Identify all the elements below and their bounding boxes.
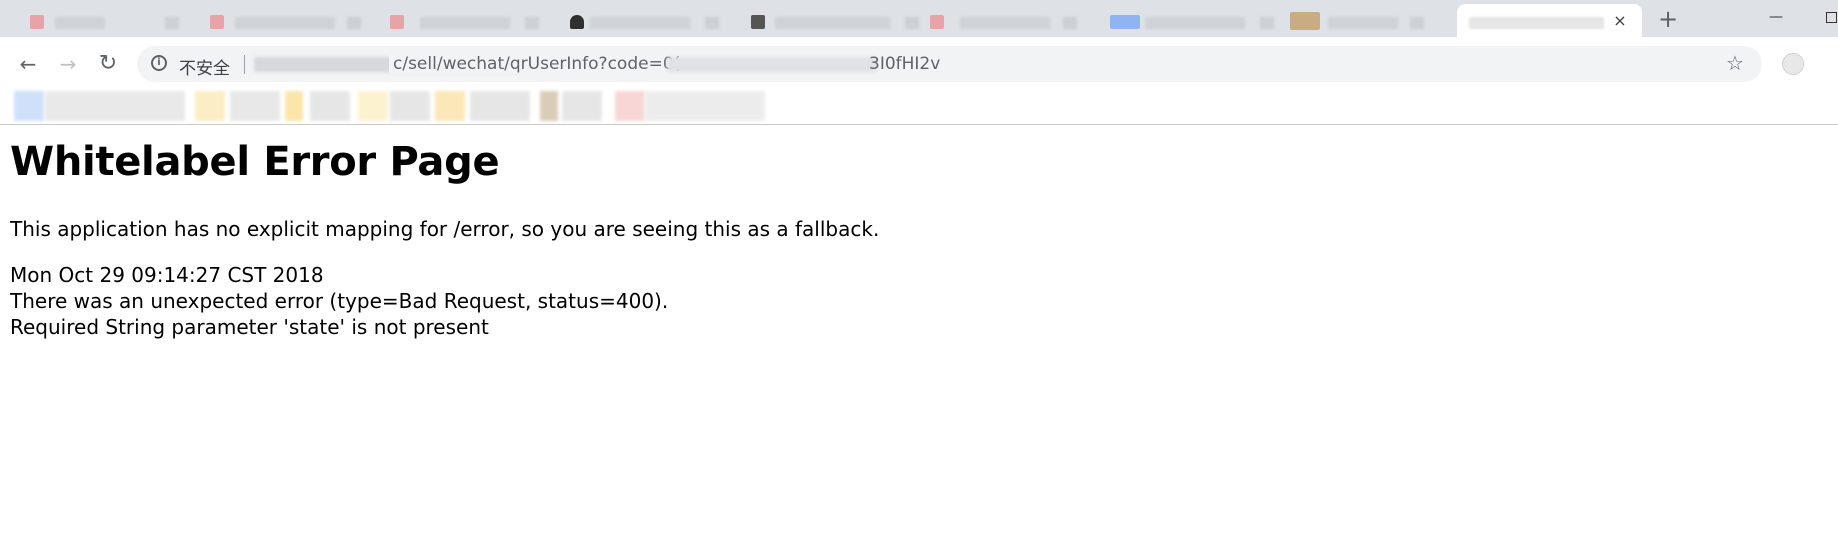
tab-title-redacted [420,17,510,29]
browser-tab[interactable] [1100,4,1285,37]
error-type-status: There was an unexpected error (type=Bad … [10,289,669,313]
minimize-window-button[interactable]: — [1763,4,1789,30]
tab-title-redacted [1063,17,1077,29]
tab-title-redacted [705,17,719,29]
fallback-description: This application has no explicit mapping… [10,217,880,241]
tab-favicon-icon [390,15,404,29]
browser-tab[interactable] [1280,4,1455,37]
bookmark-item-redacted[interactable] [470,91,530,121]
forward-button[interactable]: → [54,50,82,78]
tab-title-redacted [235,17,335,29]
address-bar[interactable]: i 不安全 c/sell/wechat/qrUserInfo?code=0( 3… [137,46,1762,82]
browser-tab[interactable] [0,4,185,37]
tab-title-redacted [1410,17,1424,29]
url-redacted-end [667,57,877,72]
bookmark-item-redacted[interactable] [195,91,225,121]
bookmark-item-redacted[interactable] [435,91,465,121]
tab-close-icon[interactable]: × [1609,10,1631,32]
new-tab-button[interactable]: + [1655,6,1681,32]
browser-tab[interactable] [915,4,1100,37]
reload-button[interactable]: ↻ [94,50,122,78]
browser-tab[interactable] [195,4,385,37]
bookmark-item-redacted[interactable] [285,91,303,121]
error-detail: Required String parameter 'state' is not… [10,315,489,339]
tab-title-redacted [165,17,179,29]
tab-strip: × + — [0,0,1838,37]
tab-title-redacted [55,17,105,29]
bookmark-item-redacted[interactable] [14,91,44,121]
tab-favicon-icon [751,15,765,29]
tab-favicon-icon [210,15,224,29]
bookmark-item-redacted[interactable] [310,91,350,121]
bookmark-item-redacted[interactable] [390,91,430,121]
tab-favicon-icon [930,15,944,29]
browser-tab[interactable] [560,4,735,37]
bookmarks-bar [0,91,1838,125]
tab-title-redacted [590,17,690,29]
bookmark-item-redacted[interactable] [645,91,765,121]
back-button[interactable]: ← [14,50,42,78]
security-status-label[interactable]: 不安全 [179,54,230,79]
error-timestamp: Mon Oct 29 09:14:27 CST 2018 [10,263,324,287]
tab-title-redacted [1469,17,1604,29]
url-redacted-start [254,57,394,72]
tab-favicon-icon [1290,12,1320,30]
tab-title-redacted [1145,17,1245,29]
tab-title-redacted [347,17,361,29]
bookmark-item-redacted[interactable] [230,91,280,121]
browser-tab[interactable] [380,4,570,37]
bookmark-star-icon[interactable]: ☆ [1723,51,1747,75]
tab-favicon-icon [1110,15,1140,29]
tab-title-redacted [1260,17,1274,29]
bookmark-item-redacted[interactable] [562,91,602,121]
bookmark-item-redacted[interactable] [540,91,558,121]
tab-title-redacted [1328,17,1398,29]
page-title: Whitelabel Error Page [10,139,500,185]
bookmark-item-redacted[interactable] [45,91,185,121]
bookmark-item-redacted[interactable] [358,91,388,121]
tab-title-redacted [960,17,1050,29]
tab-favicon-icon [30,15,44,29]
bookmark-item-redacted[interactable] [615,91,645,121]
tab-title-redacted [525,17,539,29]
tab-title-redacted [775,17,890,29]
url-text-end[interactable]: 3I0fHI2v [869,54,940,74]
active-tab[interactable]: × [1457,4,1642,37]
info-icon[interactable]: i [151,55,167,71]
browser-tab[interactable] [735,4,925,37]
url-text-middle[interactable]: c/sell/wechat/qrUserInfo?code=0( [389,54,681,74]
tab-favicon-icon [570,15,584,29]
address-bar-divider [244,55,245,74]
maximize-icon [1825,12,1837,23]
browser-toolbar: ← → ↻ i 不安全 c/sell/wechat/qrUserInfo?cod… [0,37,1838,91]
extension-icon[interactable] [1782,53,1804,75]
maximize-window-button[interactable] [1818,4,1838,30]
